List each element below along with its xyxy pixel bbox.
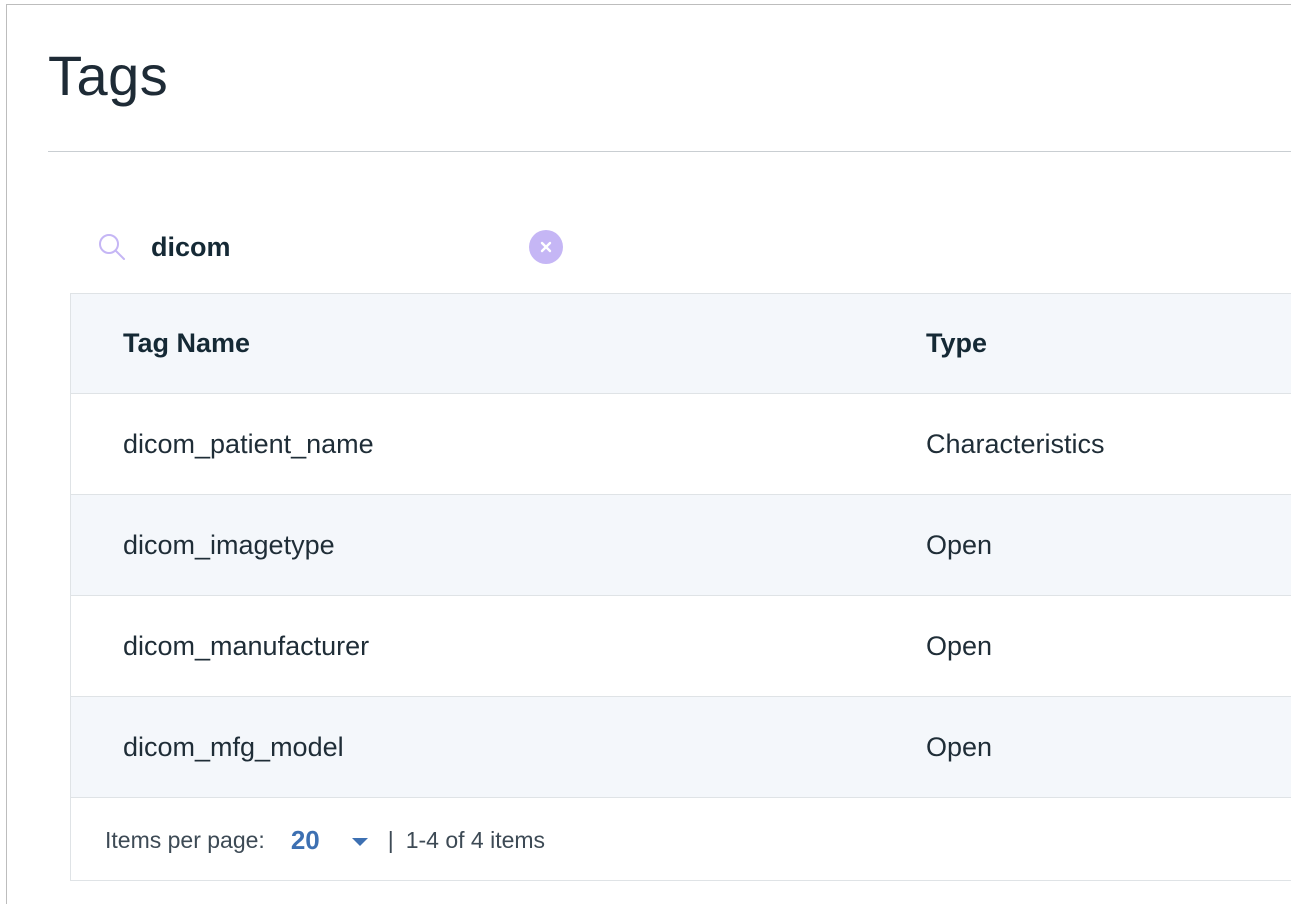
items-per-page-value: 20 bbox=[290, 824, 320, 855]
item-range-text: 1-4 of 4 items bbox=[405, 826, 546, 853]
search-icon bbox=[95, 230, 129, 264]
pagination-separator: | bbox=[387, 826, 394, 853]
tag-name-cell: dicom_patient_name bbox=[123, 428, 374, 459]
table-header: Tag Name Type bbox=[71, 294, 1291, 394]
title-divider bbox=[48, 151, 1291, 152]
table-row[interactable]: dicom_imagetype Open bbox=[71, 495, 1291, 596]
tag-type-cell: Open bbox=[926, 731, 993, 762]
tag-name-cell: dicom_manufacturer bbox=[123, 630, 370, 661]
tag-name-cell: dicom_mfg_model bbox=[123, 731, 344, 762]
table-row[interactable]: dicom_patient_name Characteristics bbox=[71, 394, 1291, 495]
search-bar bbox=[95, 223, 575, 271]
table-row[interactable]: dicom_manufacturer Open bbox=[71, 596, 1291, 697]
main-panel: Tags Tag Name Type dicom_patient_name Ch… bbox=[6, 4, 1291, 904]
table-row[interactable]: dicom_mfg_model Open bbox=[71, 697, 1291, 798]
tag-name-cell: dicom_imagetype bbox=[123, 529, 335, 560]
close-icon bbox=[540, 241, 552, 253]
column-header-type[interactable]: Type bbox=[926, 328, 987, 359]
tags-table: Tag Name Type dicom_patient_name Charact… bbox=[70, 293, 1291, 881]
tag-type-cell: Open bbox=[926, 630, 993, 661]
items-per-page-select[interactable]: 20 bbox=[291, 825, 388, 856]
tag-type-cell: Open bbox=[926, 529, 993, 560]
page-title: Tags bbox=[48, 44, 169, 107]
tag-type-cell: Characteristics bbox=[926, 428, 1105, 459]
column-header-tag-name[interactable]: Tag Name bbox=[123, 328, 250, 359]
pagination-bar: Items per page: 20 | 1-4 of 4 items bbox=[71, 798, 1291, 882]
clear-search-button[interactable] bbox=[529, 230, 563, 264]
caret-down-icon bbox=[350, 827, 370, 854]
items-per-page-label: Items per page: bbox=[105, 826, 265, 853]
search-input[interactable] bbox=[151, 231, 521, 263]
